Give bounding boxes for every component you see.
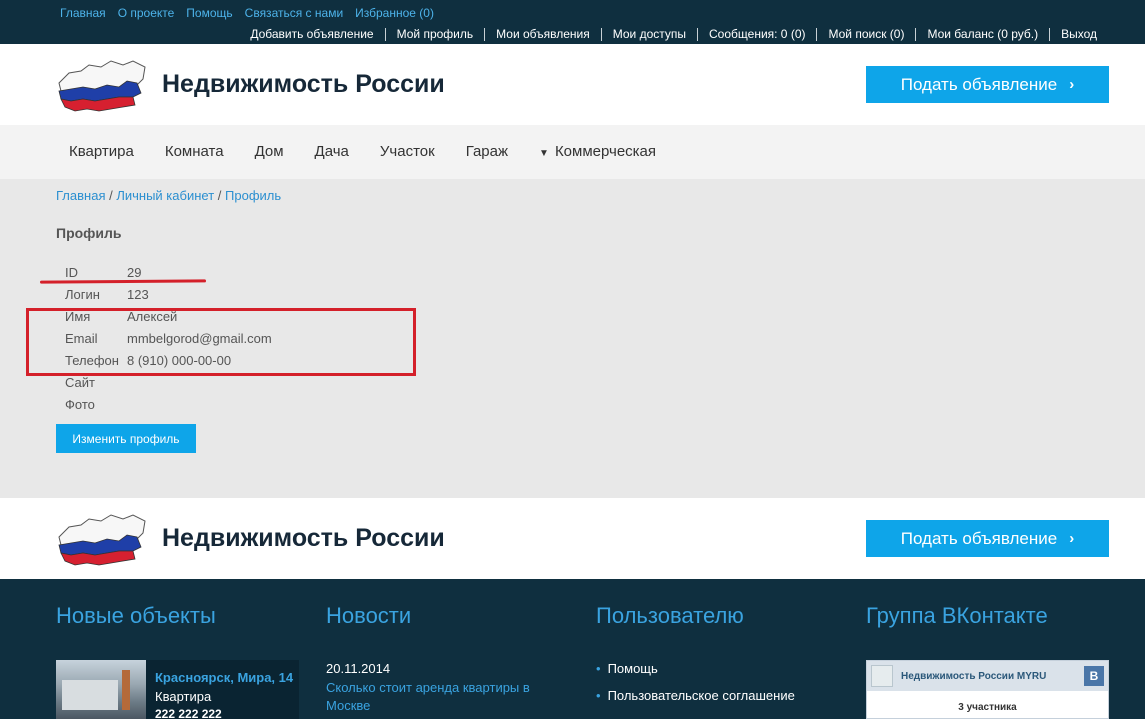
user-menu-my-search[interactable]: Мой поиск (0) bbox=[816, 28, 915, 41]
breadcrumb: Главная / Личный кабинет / Профиль bbox=[56, 188, 281, 203]
user-menu-my-ads[interactable]: Мои объявления bbox=[484, 28, 601, 41]
footer-new-objects-title: Новые объекты bbox=[56, 603, 216, 628]
user-link-label: Помощь bbox=[607, 661, 658, 676]
chevron-right-icon: › bbox=[1069, 530, 1075, 547]
submit-ad-label: Подать объявление bbox=[900, 528, 1058, 548]
vk-logo-icon: В bbox=[1084, 666, 1104, 686]
top-link-home[interactable]: Главная bbox=[60, 6, 106, 20]
top-links: Главная О проекте Помощь Связаться с нам… bbox=[60, 6, 434, 20]
submit-ad-button[interactable]: Подать объявление › bbox=[866, 520, 1109, 557]
breadcrumb-cabinet[interactable]: Личный кабинет bbox=[116, 188, 214, 203]
category-nav: Квартира Комната Дом Дача Участок Гараж … bbox=[0, 125, 1145, 179]
new-object-type: Квартира bbox=[155, 689, 212, 704]
site-header: Недвижимость России Подать объявление › bbox=[0, 44, 1145, 125]
breadcrumb-home[interactable]: Главная bbox=[56, 188, 105, 203]
vk-widget[interactable]: Недвижимость России MYRU В 3 участника bbox=[866, 660, 1109, 719]
user-menu: Добавить объявление Мой профиль Мои объя… bbox=[239, 28, 1097, 41]
user-link-agreement[interactable]: • Пользовательское соглашение bbox=[596, 688, 795, 703]
site-title[interactable]: Недвижимость России bbox=[162, 70, 445, 99]
nav-item-commercial[interactable]: ▼ Коммерческая bbox=[539, 143, 656, 160]
chevron-down-icon: ▼ bbox=[539, 148, 549, 159]
user-link-help[interactable]: • Помощь bbox=[596, 661, 795, 676]
new-object-card[interactable]: Красноярск, Мира, 14 Квартира 222 222 22… bbox=[56, 660, 299, 719]
vk-group-avatar bbox=[871, 665, 893, 687]
annotation-highlight-box bbox=[26, 308, 416, 376]
user-menu-my-balance[interactable]: Мои баланс (0 руб.) bbox=[915, 28, 1049, 41]
page-title: Профиль bbox=[56, 225, 122, 241]
profile-row-photo: Фото bbox=[65, 396, 272, 418]
nav-item-plot[interactable]: Участок bbox=[380, 143, 435, 160]
user-menu-messages[interactable]: Сообщения: 0 (0) bbox=[697, 28, 816, 41]
nav-item-room[interactable]: Комната bbox=[165, 143, 224, 160]
chevron-right-icon: › bbox=[1069, 76, 1075, 93]
top-link-contact[interactable]: Связаться с нами bbox=[245, 6, 343, 20]
user-menu-add-ad[interactable]: Добавить объявление bbox=[239, 28, 384, 41]
user-links: • Помощь • Пользовательское соглашение bbox=[596, 661, 795, 715]
user-menu-logout[interactable]: Выход bbox=[1049, 28, 1097, 41]
edit-profile-button[interactable]: Изменить профиль bbox=[56, 424, 196, 453]
footer: Новые объекты Новости Пользователю Групп… bbox=[0, 579, 1145, 719]
profile-label: Фото bbox=[65, 397, 95, 412]
russia-map-logo-icon[interactable] bbox=[55, 511, 149, 569]
profile-row-login: Логин 123 bbox=[65, 286, 272, 308]
top-link-help[interactable]: Помощь bbox=[186, 6, 232, 20]
news-link[interactable]: Сколько стоит аренда квартиры в Москве bbox=[326, 679, 546, 715]
bullet-icon: • bbox=[596, 661, 601, 676]
footer-header: Недвижимость России Подать объявление › bbox=[0, 498, 1145, 579]
site-title[interactable]: Недвижимость России bbox=[162, 524, 445, 553]
breadcrumb-profile[interactable]: Профиль bbox=[225, 188, 281, 203]
tower-shape bbox=[122, 670, 130, 710]
nav-item-apartment[interactable]: Квартира bbox=[69, 143, 134, 160]
vk-members-count: 3 участника bbox=[958, 702, 1017, 713]
user-menu-my-access[interactable]: Мои доступы bbox=[600, 28, 697, 41]
vk-group-name[interactable]: Недвижимость России MYRU bbox=[901, 671, 1046, 682]
top-link-about[interactable]: О проекте bbox=[118, 6, 175, 20]
russia-map-logo-icon[interactable] bbox=[55, 57, 149, 115]
profile-row-site: Сайт bbox=[65, 374, 272, 396]
footer-vk-title: Группа ВКонтакте bbox=[866, 603, 1048, 628]
submit-ad-label: Подать объявление bbox=[900, 74, 1058, 94]
nav-item-commercial-label: Коммерческая bbox=[554, 143, 657, 160]
footer-news-title: Новости bbox=[326, 603, 412, 628]
nav-item-dacha[interactable]: Дача bbox=[315, 143, 349, 160]
user-menu-my-profile[interactable]: Мой профиль bbox=[384, 28, 485, 41]
breadcrumb-separator: / bbox=[217, 188, 226, 203]
nav-item-house[interactable]: Дом bbox=[255, 143, 284, 160]
user-link-label: Пользовательское соглашение bbox=[607, 688, 795, 703]
new-object-phone: 222 222 222 bbox=[155, 707, 222, 719]
submit-ad-button[interactable]: Подать объявление › bbox=[866, 66, 1109, 103]
top-bar: Главная О проекте Помощь Связаться с нам… bbox=[0, 0, 1145, 44]
vk-widget-header: Недвижимость России MYRU В bbox=[867, 661, 1108, 691]
footer-user-title: Пользователю bbox=[596, 603, 744, 628]
profile-value: 123 bbox=[127, 287, 149, 302]
top-link-favorites[interactable]: Избранное (0) bbox=[355, 6, 434, 20]
new-object-address[interactable]: Красноярск, Мира, 14 bbox=[155, 670, 293, 685]
bullet-icon: • bbox=[596, 688, 601, 703]
new-object-photo[interactable] bbox=[56, 660, 146, 719]
news-date: 20.11.2014 bbox=[326, 661, 391, 676]
profile-label: Логин bbox=[65, 287, 100, 302]
building-shape bbox=[62, 680, 118, 710]
nav-item-garage[interactable]: Гараж bbox=[466, 143, 508, 160]
profile-label: Сайт bbox=[65, 375, 95, 390]
